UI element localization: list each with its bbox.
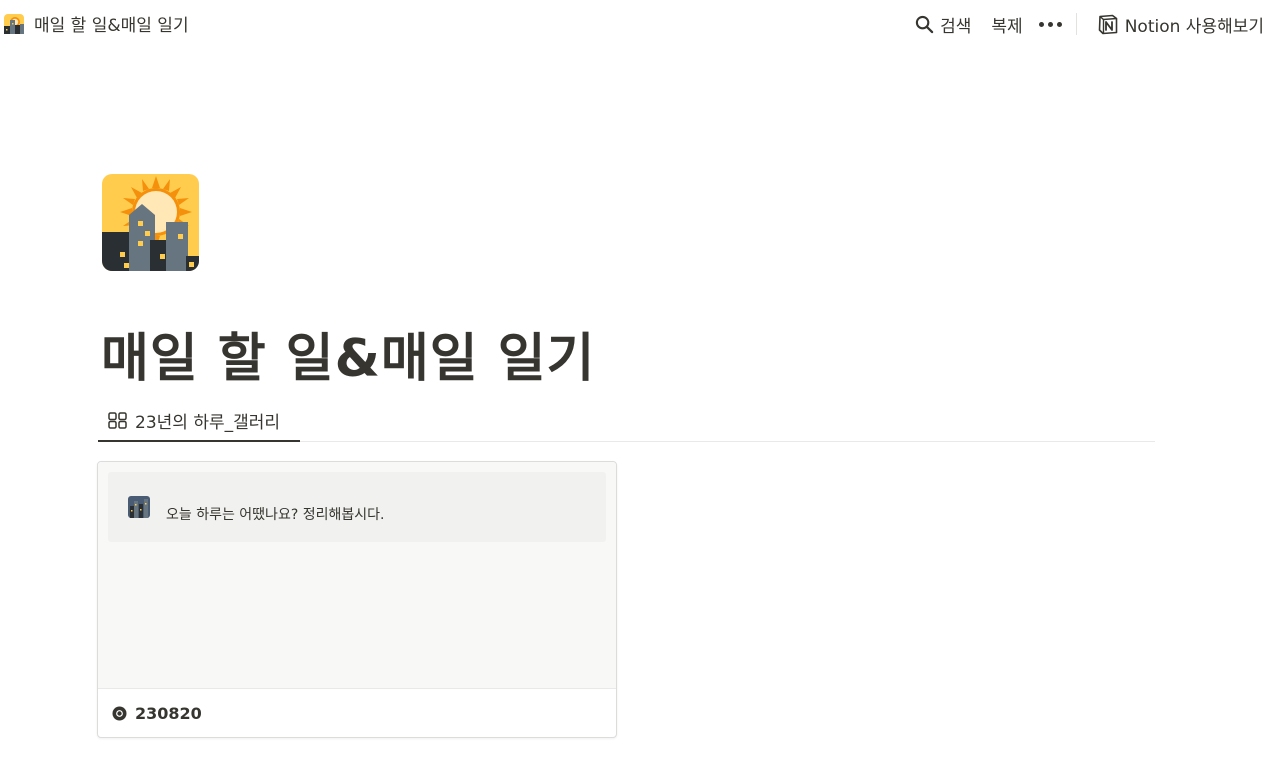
topbar-divider xyxy=(1075,13,1077,35)
top-bar: 매일 할 일&매일 일기 검색 복제 Notion 사용해보기 xyxy=(0,0,1274,48)
tab-gallery-view[interactable]: 23년의 하루_갤러리 xyxy=(98,400,300,442)
sunrise-over-city-icon[interactable] xyxy=(102,174,199,271)
tab-label: 23년의 하루_갤러리 xyxy=(135,412,281,433)
card-footer: 230820 xyxy=(98,689,616,737)
callout-text: 오늘 하루는 어땠나요? 정리해봅시다. xyxy=(166,507,385,523)
gallery-card[interactable]: 오늘 하루는 어땠나요? 정리해봅시다. 230820 xyxy=(97,461,617,738)
try-notion-label: Notion 사용해보기 xyxy=(1124,16,1264,37)
card-title: 230820 xyxy=(135,703,202,723)
breadcrumb-page-title: 매일 할 일&매일 일기 xyxy=(34,16,189,36)
view-tabs: 23년의 하루_갤러리 xyxy=(98,400,1155,442)
search-icon xyxy=(915,15,934,33)
topbar-actions: 검색 복제 Notion 사용해보기 xyxy=(905,11,1264,37)
night-city-icon xyxy=(128,496,150,518)
duplicate-button[interactable]: 복제 xyxy=(981,12,1032,37)
page-title[interactable]: 매일 할 일&매일 일기 xyxy=(101,316,595,391)
notion-logo-icon xyxy=(1098,14,1118,35)
duplicate-label: 복제 xyxy=(991,16,1023,37)
card-preview: 오늘 하루는 어땠나요? 정리해봅시다. xyxy=(98,462,616,689)
sunrise-over-city-icon xyxy=(4,13,24,34)
breadcrumb[interactable]: 매일 할 일&매일 일기 xyxy=(4,11,189,36)
record-icon xyxy=(112,706,127,720)
more-dots-icon[interactable] xyxy=(1033,11,1068,37)
search-button[interactable]: 검색 xyxy=(905,12,981,37)
try-notion-button[interactable]: Notion 사용해보기 xyxy=(1087,12,1264,37)
search-label: 검색 xyxy=(940,16,972,37)
callout-block: 오늘 하루는 어땠나요? 정리해봅시다. xyxy=(108,472,606,542)
gallery-icon xyxy=(108,411,127,429)
